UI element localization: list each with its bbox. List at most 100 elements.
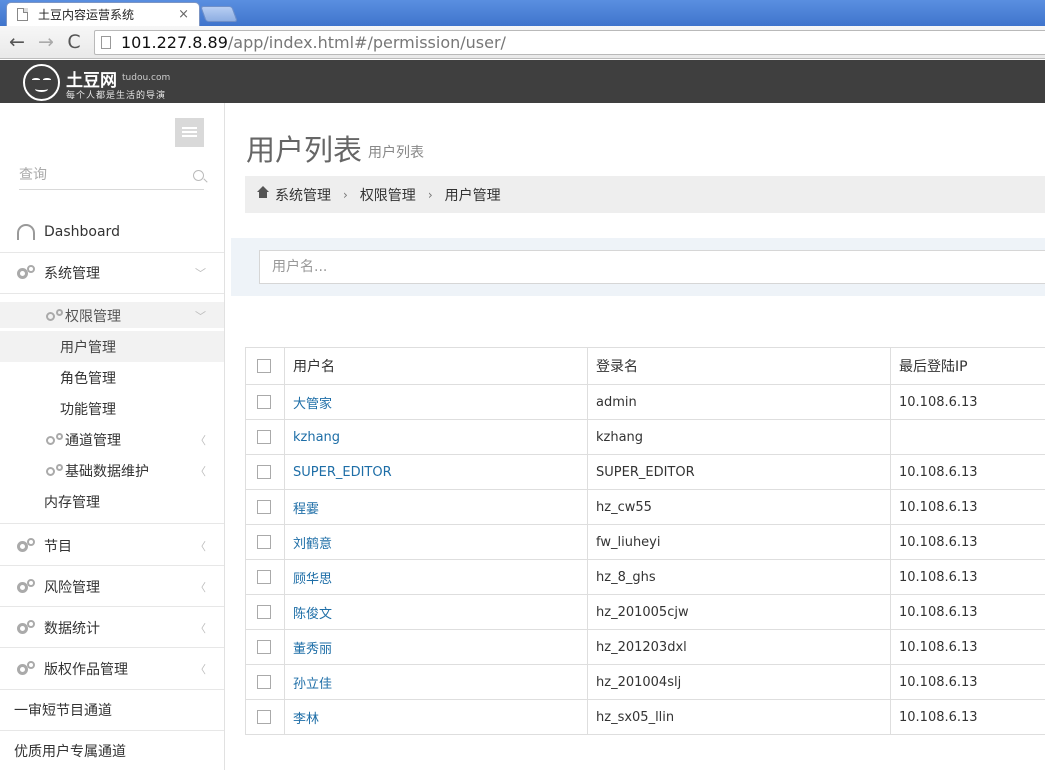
row-checkbox[interactable] [257, 465, 271, 479]
chevron-left-icon: 〈 [195, 663, 206, 676]
new-tab-button[interactable] [200, 6, 238, 22]
row-checkbox[interactable] [257, 500, 271, 514]
table-row[interactable]: 李林 hz_sx05_llin 10.108.6.13 [245, 699, 1045, 735]
row-checkbox[interactable] [257, 430, 271, 444]
table-header-row: 用户名 登录名 最后登陆IP [245, 347, 1045, 385]
divider [0, 647, 224, 648]
sidebar-item-system[interactable]: 系统管理 ﹀ [0, 262, 224, 284]
search-icon[interactable] [193, 170, 204, 181]
gears-icon [46, 433, 63, 449]
page-icon [101, 36, 111, 49]
cell-username[interactable]: 大管家 [284, 384, 588, 420]
cell-login: admin [587, 384, 891, 420]
sidebar-item-label: 用户管理 [60, 340, 116, 356]
cell-login: hz_201004slj [587, 664, 891, 700]
row-checkbox[interactable] [257, 395, 271, 409]
cell-username[interactable]: 刘鹤意 [284, 524, 588, 560]
row-checkbox[interactable] [257, 605, 271, 619]
column-header-login[interactable]: 登录名 [587, 347, 891, 385]
cell-login: hz_sx05_llin [587, 699, 891, 735]
cell-last-ip [890, 419, 1045, 455]
username-filter-input[interactable] [259, 250, 1045, 284]
table-row[interactable]: 刘鹤意 fw_liuheyi 10.108.6.13 [245, 524, 1045, 560]
cell-username[interactable]: 顾华思 [284, 559, 588, 595]
table-row[interactable]: 孙立佳 hz_201004slj 10.108.6.13 [245, 664, 1045, 700]
forward-arrow-icon[interactable]: → [34, 30, 58, 54]
breadcrumb-separator: › [343, 187, 348, 202]
cell-last-ip: 10.108.6.13 [890, 664, 1045, 700]
gears-icon [46, 464, 63, 480]
sidebar-item-roles[interactable]: 角色管理 [0, 367, 224, 389]
filter-bar [231, 238, 1045, 296]
cell-username[interactable]: 孙立佳 [284, 664, 588, 700]
sidebar-item-copyright[interactable]: 版权作品管理 〈 [0, 658, 224, 680]
breadcrumb-item-users: 用户管理 [444, 187, 501, 204]
sidebar-item-dashboard[interactable]: Dashboard [0, 221, 224, 243]
sidebar-item-risk[interactable]: 风险管理 〈 [0, 576, 224, 598]
sidebar-search [19, 167, 204, 190]
sidebar-item-permission[interactable]: 权限管理 ﹀ [0, 305, 224, 327]
chevron-down-icon: ﹀ [195, 310, 206, 323]
sidebar-item-short-channel[interactable]: 一审短节目通道 [0, 699, 224, 721]
select-all-checkbox[interactable] [257, 359, 271, 373]
brand-domain: tudou.com [122, 73, 171, 83]
browser-toolbar: ← → C 101.227.8.89/app/index.html#/permi… [0, 26, 1045, 59]
column-header-last-ip[interactable]: 最后登陆IP [890, 347, 1045, 385]
breadcrumb-item-permission[interactable]: 权限管理 [360, 185, 416, 205]
page-title: 用户列表 [246, 133, 363, 167]
column-header-username[interactable]: 用户名 [284, 347, 588, 385]
table-row[interactable]: 顾华思 hz_8_ghs 10.108.6.13 [245, 559, 1045, 595]
tab-title: 土豆内容运营系统 [38, 8, 135, 22]
table-row[interactable]: kzhang kzhang [245, 419, 1045, 455]
sidebar-item-label: Dashboard [44, 224, 120, 240]
home-icon[interactable] [257, 185, 269, 201]
address-bar[interactable]: 101.227.8.89/app/index.html#/permission/… [94, 30, 1045, 55]
cell-username[interactable]: 程霎 [284, 489, 588, 525]
row-checkbox[interactable] [257, 535, 271, 549]
row-checkbox[interactable] [257, 640, 271, 654]
sidebar-item-channels[interactable]: 通道管理 〈 [0, 429, 224, 451]
menu-toggle-button[interactable] [175, 118, 204, 147]
cell-username[interactable]: 李林 [284, 699, 588, 735]
back-arrow-icon[interactable]: ← [5, 30, 29, 54]
cell-username[interactable]: 董秀丽 [284, 629, 588, 665]
cell-last-ip: 10.108.6.13 [890, 699, 1045, 735]
table-row[interactable]: SUPER_EDITOR SUPER_EDITOR 10.108.6.13 [245, 454, 1045, 490]
reload-icon[interactable]: C [62, 30, 86, 54]
row-checkbox[interactable] [257, 675, 271, 689]
cell-last-ip: 10.108.6.13 [890, 629, 1045, 665]
gears-icon [46, 309, 63, 325]
divider [0, 252, 224, 253]
chevron-left-icon: 〈 [195, 622, 206, 635]
sidebar-item-label: 角色管理 [60, 371, 116, 387]
divider [0, 606, 224, 607]
table-row[interactable]: 程霎 hz_cw55 10.108.6.13 [245, 489, 1045, 525]
close-icon[interactable]: × [178, 7, 189, 22]
sidebar-item-functions[interactable]: 功能管理 [0, 398, 224, 420]
breadcrumb: 系统管理 › 权限管理 › 用户管理 [245, 176, 1045, 213]
tudou-logo-icon[interactable] [23, 64, 60, 101]
sidebar-search-input[interactable] [19, 167, 179, 183]
sidebar-item-label: 功能管理 [60, 402, 116, 418]
table-row[interactable]: 大管家 admin 10.108.6.13 [245, 384, 1045, 420]
row-checkbox[interactable] [257, 570, 271, 584]
breadcrumb-item-system[interactable]: 系统管理 [275, 185, 331, 205]
cell-last-ip: 10.108.6.13 [890, 524, 1045, 560]
gears-icon [17, 265, 35, 281]
row-checkbox[interactable] [257, 710, 271, 724]
table-row[interactable]: 董秀丽 hz_201203dxl 10.108.6.13 [245, 629, 1045, 665]
table-row[interactable]: 陈俊文 hz_201005cjw 10.108.6.13 [245, 594, 1045, 630]
cell-username[interactable]: kzhang [284, 419, 588, 455]
row-select-cell [245, 524, 285, 560]
cell-username[interactable]: 陈俊文 [284, 594, 588, 630]
sidebar-item-statistics[interactable]: 数据统计 〈 [0, 617, 224, 639]
sidebar-item-vip-channel[interactable]: 优质用户专属通道 [0, 740, 224, 762]
browser-tab-active[interactable]: 土豆内容运营系统 × [6, 2, 200, 26]
sidebar-item-memory[interactable]: 内存管理 [0, 491, 224, 513]
cell-username[interactable]: SUPER_EDITOR [284, 454, 588, 490]
sidebar-item-programs[interactable]: 节目 〈 [0, 535, 224, 557]
brand-slogan: 每个人都是生活的导演 [66, 91, 167, 101]
sidebar-item-basic-data[interactable]: 基础数据维护 〈 [0, 460, 224, 482]
sidebar-item-label: 优质用户专属通道 [14, 744, 126, 760]
sidebar-item-users[interactable]: 用户管理 [0, 336, 224, 358]
